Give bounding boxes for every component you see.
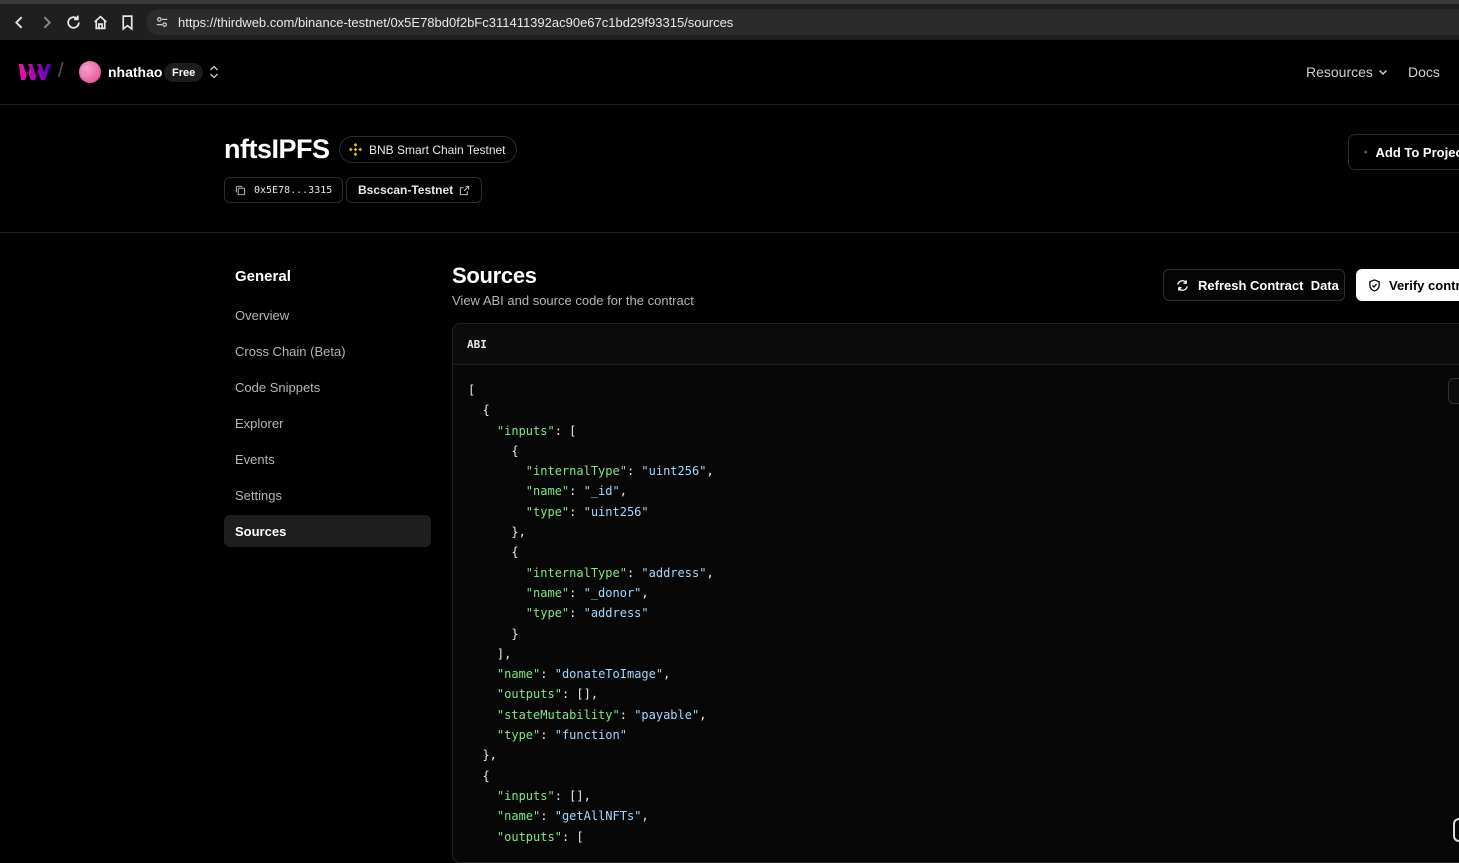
- team-name[interactable]: nhathao: [108, 64, 162, 80]
- copy-icon: [235, 185, 246, 195]
- code-line: "outputs": [],: [496, 687, 599, 702]
- sidebar-title: General: [235, 268, 291, 285]
- avatar[interactable]: [79, 61, 101, 83]
- code-line: "name": "donateToImage",: [496, 667, 671, 682]
- chain-name: BNB Smart Chain Testnet: [369, 142, 506, 157]
- page-subtitle: View ABI and source code for the contrac…: [452, 293, 694, 308]
- sidebar-item-code-snippets[interactable]: Code Snippets: [224, 371, 431, 403]
- sidebar-item-overview[interactable]: Overview: [224, 299, 431, 331]
- code-line: "type": "uint256": [525, 504, 649, 519]
- refresh-label: Refresh Contract Data: [1198, 277, 1339, 293]
- page-title: Sources: [452, 263, 537, 288]
- code-line: {: [468, 403, 490, 418]
- explorer-label: Bscscan-Testnet: [358, 183, 454, 197]
- abi-code-block: [ { "inputs": [ { "internalType": "uint2…: [468, 380, 714, 847]
- code-line: "outputs": [: [496, 829, 584, 844]
- code-line: {: [468, 545, 519, 560]
- sidebar-item-explorer[interactable]: Explorer: [224, 407, 431, 439]
- code-line: {: [468, 768, 490, 783]
- code-line: },: [468, 748, 497, 763]
- browser-toolbar: https://thirdweb.com/binance-testnet/0x5…: [0, 0, 1459, 40]
- verify-contract-button[interactable]: Verify contract: [1356, 269, 1459, 301]
- tab-abi[interactable]: ABI: [467, 338, 487, 351]
- code-line: "name": "_donor",: [525, 585, 649, 600]
- code-line: "name": "_id",: [525, 484, 627, 499]
- sidebar-item-cross-chain[interactable]: Cross Chain (Beta): [224, 335, 431, 367]
- code-line: "internalType": "uint256",: [525, 464, 714, 479]
- resources-menu[interactable]: Resources: [1306, 64, 1389, 80]
- resources-label: Resources: [1306, 64, 1373, 80]
- copy-code-button[interactable]: [1448, 378, 1459, 404]
- bnb-chain-icon: [348, 142, 363, 157]
- breadcrumb-separator: /: [58, 60, 64, 82]
- plus-icon: [1364, 150, 1368, 154]
- back-icon[interactable]: [6, 9, 32, 35]
- external-link-icon: [459, 185, 470, 195]
- explorer-link-button[interactable]: Bscscan-Testnet: [346, 177, 483, 203]
- chevron-up-down-icon[interactable]: [207, 64, 221, 80]
- bookmark-icon[interactable]: [114, 9, 140, 35]
- code-line: {: [468, 443, 519, 458]
- address-bar[interactable]: https://thirdweb.com/binance-testnet/0x5…: [146, 9, 1459, 35]
- scroll-indicator: [1453, 818, 1459, 842]
- reload-icon[interactable]: [60, 9, 86, 35]
- site-settings-icon[interactable]: [155, 15, 169, 29]
- code-line: "internalType": "address",: [525, 565, 714, 580]
- abi-tab-row: ABI: [453, 324, 1459, 365]
- code-line: "stateMutability": "payable",: [496, 707, 707, 722]
- code-line: },: [468, 525, 526, 540]
- sidebar-item-events[interactable]: Events: [224, 443, 431, 475]
- contract-header: nftsIPFS BNB Smart Chain Testnet 0x5E78.…: [0, 105, 1459, 233]
- abi-code-panel: ABI [ { "inputs": [ { "internalType": "u…: [452, 323, 1459, 863]
- code-line: [: [468, 383, 476, 397]
- sidebar-item-settings[interactable]: Settings: [224, 479, 431, 511]
- verify-label: Verify contract: [1389, 277, 1459, 293]
- refresh-icon: [1177, 279, 1188, 291]
- code-line: "name": "getAllNFTs",: [496, 809, 649, 824]
- code-line: "inputs": [],: [496, 788, 591, 803]
- chain-badge[interactable]: BNB Smart Chain Testnet: [339, 136, 517, 163]
- add-to-project-button[interactable]: Add To Project: [1348, 134, 1459, 170]
- sidebar-item-sources[interactable]: Sources: [224, 515, 431, 547]
- plan-badge: Free: [164, 63, 204, 82]
- code-line: "type": "address": [525, 606, 649, 621]
- app-header: / nhathao Free Resources Docs: [0, 40, 1459, 105]
- code-line: }: [468, 626, 519, 641]
- code-line: ],: [468, 646, 512, 661]
- add-to-project-label: Add To Project: [1375, 144, 1459, 160]
- url-text: https://thirdweb.com/binance-testnet/0x5…: [178, 14, 734, 30]
- thirdweb-logo-icon[interactable]: [19, 62, 51, 82]
- forward-icon[interactable]: [33, 9, 59, 35]
- home-icon[interactable]: [87, 9, 113, 35]
- code-line: "type": "function": [496, 728, 627, 743]
- docs-link[interactable]: Docs: [1408, 64, 1440, 80]
- shield-check-icon: [1369, 278, 1380, 292]
- copy-address-button[interactable]: 0x5E78...3315: [224, 177, 344, 203]
- refresh-contract-data-button[interactable]: Refresh Contract Data: [1163, 269, 1345, 301]
- contract-name: nftsIPFS: [224, 134, 330, 164]
- chevron-down-icon: [1378, 69, 1387, 76]
- code-line: "inputs": [: [496, 423, 577, 438]
- contract-address: 0x5E78...3315: [254, 184, 333, 196]
- sidebar: General Overview Cross Chain (Beta) Code…: [224, 258, 431, 547]
